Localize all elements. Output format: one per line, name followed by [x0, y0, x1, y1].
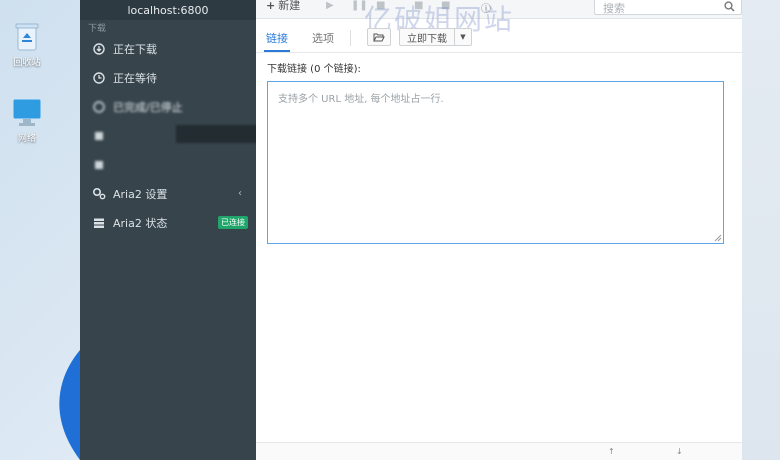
resize-grip-icon[interactable] [714, 234, 722, 242]
tab-bar: 链接 选项 立即下载 ▼ [256, 24, 742, 53]
tab-options[interactable]: 选项 [312, 24, 334, 51]
clock-icon [92, 71, 106, 85]
download-links-label: 下载链接 (0 个链接): [267, 64, 361, 75]
recycle-bin-icon [15, 23, 39, 51]
wallpaper-swirl-left [59, 350, 82, 460]
upload-speed-icon: ↑ [608, 447, 615, 456]
search-input[interactable]: 搜索 [594, 0, 742, 15]
host-title[interactable]: localhost:6800 [80, 0, 256, 20]
search-icon [724, 1, 735, 12]
caret-down-icon[interactable]: ▼ [455, 29, 471, 45]
sidebar-item-blurred-1[interactable] [80, 121, 256, 150]
sidebar-item-blurred-2[interactable] [80, 150, 256, 179]
plus-icon: + [266, 0, 276, 12]
search-placeholder: 搜索 [603, 2, 625, 15]
gears-icon [92, 187, 106, 201]
download-speed-icon: ↓ [676, 447, 683, 456]
status-badge: 已连接 [218, 216, 248, 229]
download-circle-icon [92, 42, 106, 56]
toolbar: + 新建 ▶ ❚❚ ■ ■ ■ ⓘ 亿破姐网站 搜索 [256, 0, 742, 36]
status-bar: ↑ ↓ [256, 442, 742, 460]
chevron-left-icon: ‹ [238, 188, 242, 199]
sidebar-item-aria2-settings[interactable]: Aria2 设置 ‹ [80, 179, 256, 208]
blurred-icon [92, 129, 106, 143]
stop-icon [92, 100, 106, 114]
tab-separator [350, 30, 351, 46]
sidebar-item-label: Aria2 设置 [113, 187, 168, 201]
download-now-label: 立即下载 [400, 29, 455, 45]
start-icon[interactable]: ▶ [326, 0, 334, 11]
sidebar-item-label: 已完成/已停止 [113, 100, 183, 114]
desktop-icon-network[interactable]: 网络 [0, 96, 54, 144]
new-task-label: 新建 [278, 0, 301, 12]
sidebar-item-label: Aria2 状态 [113, 216, 168, 230]
sidebar-item-label: 正在等待 [113, 71, 157, 85]
server-icon [92, 216, 106, 230]
folder-open-icon [373, 33, 385, 42]
main-panel: + 新建 ▶ ❚❚ ■ ■ ■ ⓘ 亿破姐网站 搜索 链接 选项 立即下载 ▼ … [256, 0, 742, 460]
download-now-button[interactable]: 立即下载 ▼ [399, 28, 472, 46]
desktop-icon-label: 网络 [17, 134, 36, 144]
new-task-button[interactable]: + 新建 [266, 0, 300, 13]
sidebar-item-label: 正在下载 [113, 42, 157, 56]
sidebar-item-waiting[interactable]: 正在等待 [80, 63, 256, 92]
desktop-right-area [742, 0, 780, 460]
blurred-icon [92, 158, 106, 172]
sidebar-item-stopped[interactable]: 已完成/已停止 [80, 92, 256, 121]
sidebar-section-header: 下载 [88, 23, 107, 34]
network-icon [12, 98, 42, 126]
sidebar-item-downloading[interactable]: 正在下载 [80, 34, 256, 63]
sidebar-item-aria2-status[interactable]: Aria2 状态 已连接 [80, 208, 256, 237]
download-links-placeholder: 支持多个 URL 地址, 每个地址占一行. [278, 94, 444, 105]
download-links-input[interactable]: 支持多个 URL 地址, 每个地址占一行. [267, 81, 724, 244]
desktop-icon-recycle-bin[interactable]: 回收站 [0, 22, 54, 68]
sidebar: localhost:6800 下载 正在下载 正在等待 已完成/已停止 Aria… [80, 0, 336, 460]
desktop-icon-label: 回收站 [13, 58, 41, 68]
tab-link[interactable]: 链接 [264, 24, 290, 52]
open-file-button[interactable] [367, 28, 391, 46]
